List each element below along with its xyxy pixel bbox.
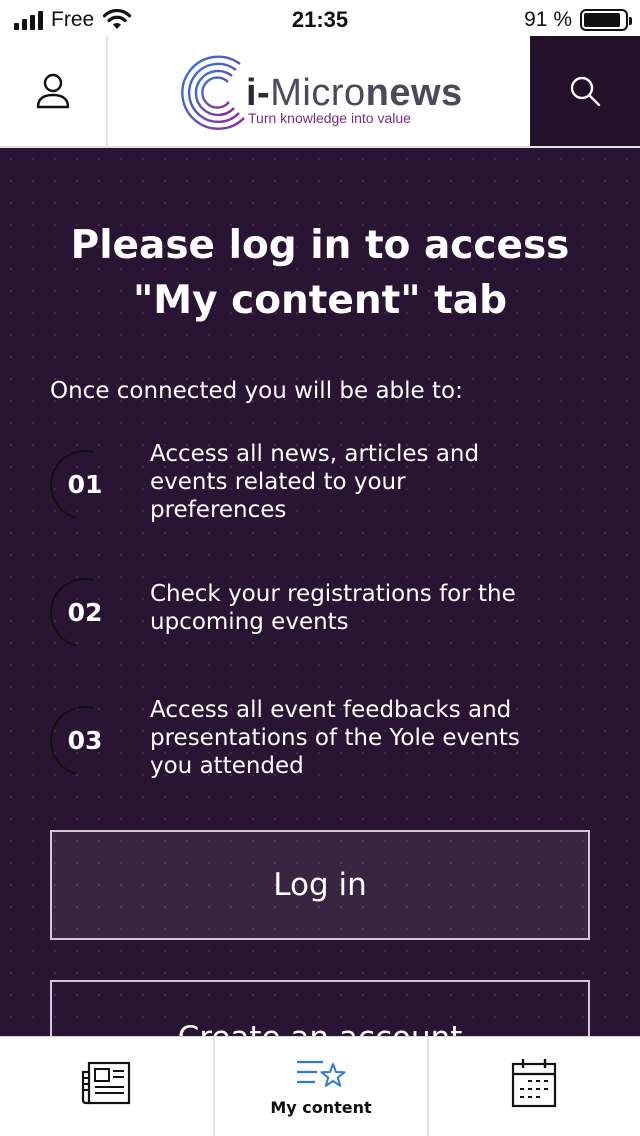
step-number: 02 bbox=[67, 598, 103, 627]
user-icon bbox=[36, 73, 70, 109]
step-text: Access all event feedbacks and presentat… bbox=[150, 697, 520, 779]
create-account-button[interactable]: Create an account bbox=[50, 980, 590, 1038]
status-bar: Free 21:35 91 % bbox=[0, 0, 640, 40]
page-title: Please log in to access "My content" tab bbox=[70, 223, 570, 323]
logo-tagline: Turn knowledge into value bbox=[248, 110, 411, 126]
step-text: Check your registrations for the upcomin… bbox=[150, 581, 516, 635]
search-icon bbox=[570, 76, 601, 107]
calendar-icon bbox=[512, 1059, 557, 1108]
profile-button[interactable] bbox=[0, 36, 108, 146]
list-star-icon bbox=[296, 1060, 346, 1087]
step-number: 03 bbox=[67, 726, 103, 755]
login-button[interactable]: Log in bbox=[50, 830, 590, 940]
login-prompt-panel: Please log in to access "My content" tab… bbox=[0, 148, 640, 1038]
tab-label: My content bbox=[270, 1097, 372, 1117]
intro-text: Once connected you will be able to: bbox=[50, 378, 463, 404]
i-micronews-logo[interactable]: i-Micronews Turn knowledge into value bbox=[178, 50, 468, 134]
tab-calendar[interactable] bbox=[426, 1037, 640, 1136]
battery-percent: 91 % bbox=[524, 8, 572, 31]
news-icon bbox=[81, 1061, 130, 1105]
logo-wordmark: i-Micronews bbox=[246, 72, 463, 114]
step-number: 01 bbox=[67, 470, 103, 499]
tab-my-content[interactable]: My content bbox=[213, 1037, 426, 1136]
step-text: Access all news, articles and events rel… bbox=[150, 441, 480, 523]
search-button[interactable] bbox=[530, 36, 640, 146]
app-header: i-Micronews Turn knowledge into value bbox=[0, 36, 640, 148]
tab-news[interactable] bbox=[0, 1037, 213, 1136]
battery-level bbox=[584, 13, 621, 27]
status-right: 91 % bbox=[524, 8, 632, 32]
battery-icon bbox=[580, 9, 632, 31]
bottom-tab-bar: My content bbox=[0, 1036, 640, 1136]
